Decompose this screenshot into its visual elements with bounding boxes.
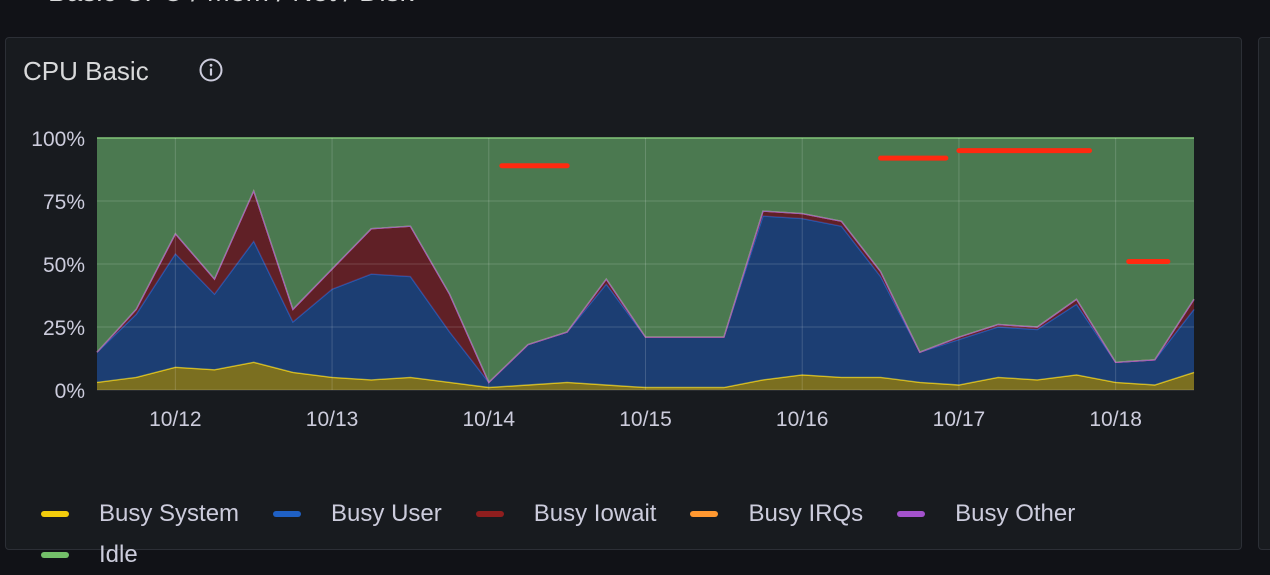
y-tick-label: 75% [43,191,85,214]
legend-label: Busy IRQs [748,499,864,527]
x-tick-label: 10/13 [306,408,359,431]
legend-label: Busy System [99,499,240,527]
legend-item[interactable]: Busy Other [897,500,1075,528]
legend: Busy System Busy User Busy Iowait Busy IRQs… [41,493,1221,575]
y-tick-label: 0% [55,380,85,403]
legend-swatch [273,510,302,517]
dashboard-row-header: Basic CPU / Mem / Net / Disk [0,0,1270,30]
legend-label: Idle [99,540,138,568]
legend-swatch [897,510,926,517]
row-title[interactable]: Basic CPU / Mem / Net / Disk [48,0,414,8]
legend-item[interactable]: Busy System [41,500,239,528]
legend-item[interactable]: Busy User [273,500,442,528]
legend-item[interactable]: Idle [41,541,138,569]
y-tick-label: 50% [43,254,85,277]
legend-swatch [41,551,69,558]
cpu-basic-chart[interactable]: 0% 25% 50% 75% 100% 10/12 10/13 10/14 10/15 10/16… [6,38,1241,488]
legend-label: Busy Other [955,499,1076,527]
legend-swatch [475,510,504,517]
adjacent-panel-edge [1258,37,1270,550]
y-tick-label: 100% [31,128,85,151]
legend-swatch [41,510,69,517]
x-tick-label: 10/14 [463,408,516,431]
legend-label: Busy User [331,499,442,527]
cpu-basic-panel: CPU Basic 0% 25% 50% 75% 100% 10/12 10/13 10/14… [5,37,1242,568]
legend-swatch [690,510,719,517]
legend-label: Busy Iowait [533,499,657,527]
legend-item[interactable]: Busy Iowait [475,499,657,528]
y-tick-label: 25% [43,317,85,340]
legend-row: Busy System Busy User Busy Iowait Busy IRQs… [41,493,1221,534]
x-tick-label: 10/17 [933,408,986,431]
x-tick-label: 10/16 [776,408,829,431]
x-tick-label: 10/12 [149,408,202,431]
x-tick-label: 10/18 [1089,408,1142,431]
x-tick-label: 10/15 [619,408,672,431]
legend-item[interactable]: Busy IRQs [690,500,863,528]
legend-row: Idle [41,534,1221,575]
